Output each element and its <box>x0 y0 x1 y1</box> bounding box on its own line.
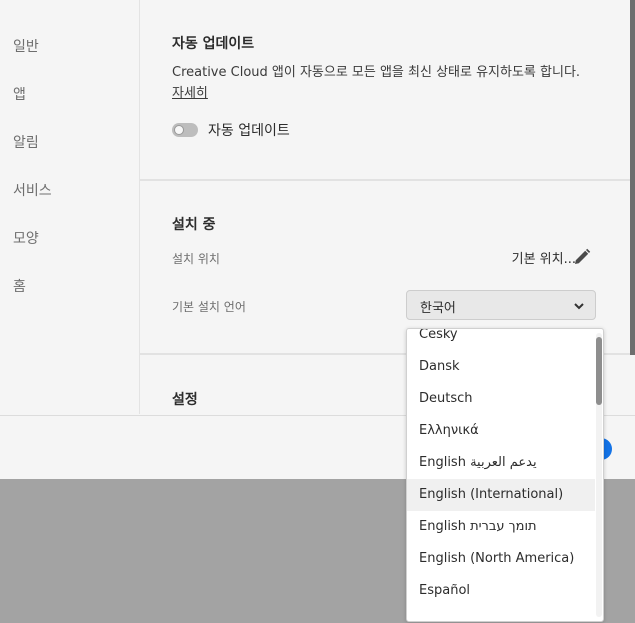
settings-heading: 설정 <box>172 392 198 408</box>
language-option[interactable]: Česky <box>407 329 595 351</box>
language-option[interactable]: Dansk <box>407 351 595 383</box>
pencil-icon[interactable] <box>572 247 592 267</box>
sidebar-item-general[interactable]: 일반 <box>13 36 39 56</box>
language-option[interactable]: Ελληνικά <box>407 415 595 447</box>
auto-update-heading: 자동 업데이트 <box>172 36 255 52</box>
sidebar-item-home[interactable]: 홈 <box>13 276 26 296</box>
chevron-down-icon <box>574 303 584 310</box>
window-scrollbar[interactable] <box>630 0 635 355</box>
toggle-knob <box>174 125 184 135</box>
section-divider <box>140 179 632 181</box>
language-dropdown-list: Česky Dansk Deutsch Ελληνικά English يدع… <box>406 328 604 622</box>
sidebar: 일반 앱 알림 서비스 모양 홈 <box>0 0 140 414</box>
auto-update-description: Creative Cloud 앱이 자동으로 모든 앱을 최신 상태로 유지하도… <box>172 62 592 104</box>
learn-more-link[interactable]: 자세히 <box>172 86 208 101</box>
language-option[interactable]: Deutsch <box>407 383 595 415</box>
install-location-value: 기본 위치... <box>511 252 576 267</box>
default-language-label: 기본 설치 언어 <box>172 300 246 314</box>
auto-update-toggle-label: 자동 업데이트 <box>208 123 290 139</box>
language-option[interactable]: English يدعم العربية <box>407 447 595 479</box>
language-select-value: 한국어 <box>420 301 456 316</box>
sidebar-item-services[interactable]: 서비스 <box>13 180 52 200</box>
auto-update-toggle[interactable] <box>172 123 198 137</box>
install-location-label: 설치 위치 <box>172 252 220 266</box>
language-option[interactable]: English תומך עברית <box>407 511 595 543</box>
language-select[interactable]: 한국어 <box>406 290 596 320</box>
language-option-hovered[interactable]: English (International) <box>407 479 595 511</box>
sidebar-item-appearance[interactable]: 모양 <box>13 228 39 248</box>
dropdown-scrollbar[interactable] <box>596 333 602 617</box>
language-option[interactable]: Español <box>407 575 595 607</box>
installing-heading: 설치 중 <box>172 217 216 233</box>
dropdown-scrollbar-thumb[interactable] <box>596 337 602 405</box>
auto-update-description-text: Creative Cloud 앱이 자동으로 모든 앱을 최신 상태로 유지하도… <box>172 65 581 80</box>
sidebar-item-notifications[interactable]: 알림 <box>13 132 39 152</box>
sidebar-item-apps[interactable]: 앱 <box>13 84 26 104</box>
language-option[interactable]: English (North America) <box>407 543 595 575</box>
